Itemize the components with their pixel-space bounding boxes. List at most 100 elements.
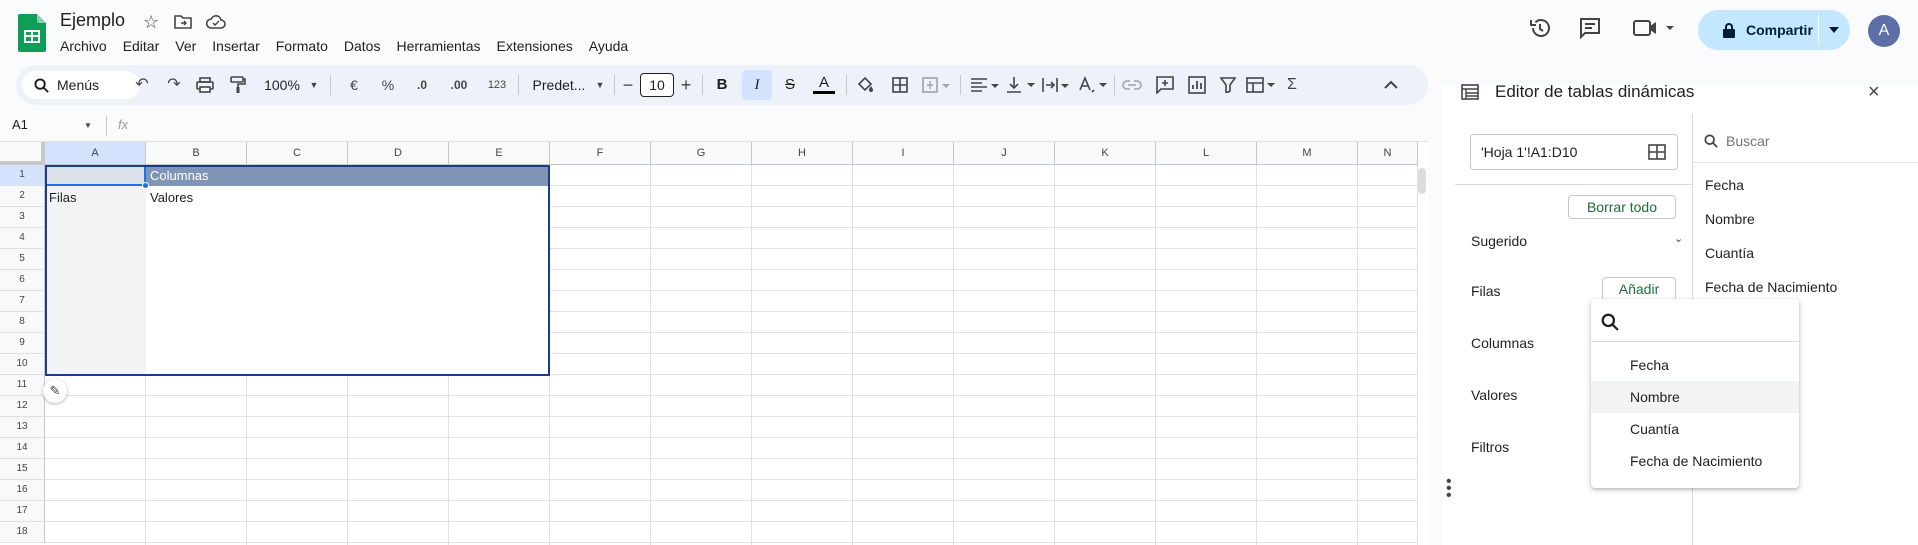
row-header[interactable]: 3 — [0, 207, 45, 228]
document-title[interactable]: Ejemplo — [60, 10, 125, 31]
row-header[interactable]: 10 — [0, 354, 45, 375]
row-header[interactable]: 5 — [0, 249, 45, 270]
column-header[interactable]: D — [348, 142, 449, 165]
menu-archivo[interactable]: Archivo — [60, 37, 115, 55]
functions-button[interactable]: Σ — [1282, 65, 1302, 105]
row-header[interactable]: 14 — [0, 438, 45, 459]
cloud-status-icon[interactable] — [206, 14, 226, 30]
star-icon[interactable]: ☆ — [143, 12, 159, 32]
text-wrap-icon[interactable] — [1042, 77, 1072, 93]
strikethrough-button[interactable]: S — [778, 65, 802, 105]
menu-formato[interactable]: Formato — [276, 37, 336, 55]
menu-ver[interactable]: Ver — [175, 37, 204, 55]
column-header[interactable]: E — [449, 142, 550, 165]
select-all-corner[interactable] — [0, 142, 45, 165]
row-header[interactable]: 17 — [0, 501, 45, 522]
dropdown-search-input[interactable] — [1627, 307, 1787, 335]
decrease-font-size-icon[interactable]: − — [620, 65, 636, 105]
column-header[interactable]: L — [1156, 142, 1257, 165]
row-header[interactable]: 7 — [0, 291, 45, 312]
print-icon[interactable] — [196, 77, 214, 93]
bold-button[interactable]: B — [710, 65, 734, 105]
merge-cells-icon[interactable] — [922, 77, 952, 93]
row-header[interactable]: 6 — [0, 270, 45, 291]
move-folder-icon[interactable] — [174, 14, 192, 30]
dropdown-option[interactable]: Fecha de Nacimiento — [1591, 445, 1799, 477]
vertical-align-icon[interactable] — [1006, 76, 1036, 94]
menu-herramientas[interactable]: Herramientas — [396, 37, 488, 55]
panel-resize-handle[interactable]: • • • — [1446, 474, 1452, 504]
italic-button[interactable]: I — [744, 65, 770, 105]
insert-comment-icon[interactable] — [1156, 76, 1174, 94]
more-formats-button[interactable]: 123 — [482, 65, 512, 105]
select-range-icon[interactable] — [1648, 144, 1666, 160]
increase-decimals-button[interactable]: .00 — [444, 65, 474, 105]
row-header[interactable]: 4 — [0, 228, 45, 249]
font-size-input[interactable]: 10 — [640, 73, 674, 97]
column-header[interactable]: K — [1055, 142, 1156, 165]
clear-all-button[interactable]: Borrar todo — [1568, 195, 1676, 219]
horizontal-align-icon[interactable] — [970, 77, 1000, 93]
meet-video-icon[interactable] — [1632, 16, 1676, 40]
formula-input[interactable] — [142, 114, 1422, 138]
name-box-dropdown-icon[interactable]: ▼ — [84, 121, 92, 130]
filter-icon[interactable] — [1220, 77, 1236, 93]
borders-icon[interactable] — [892, 77, 908, 93]
increase-font-size-icon[interactable]: + — [678, 65, 694, 105]
pivot-rows-cell[interactable]: Filas — [49, 190, 76, 205]
fill-color-icon[interactable] — [856, 76, 876, 94]
row-header[interactable]: 2 — [0, 186, 45, 207]
dropdown-option[interactable]: Fecha — [1591, 349, 1799, 381]
suggested-chevron-icon[interactable]: ⌄ — [1674, 232, 1683, 245]
version-history-icon[interactable] — [1528, 16, 1552, 40]
paint-format-icon[interactable] — [230, 76, 246, 94]
dropdown-option[interactable]: Cuantía — [1591, 413, 1799, 445]
column-header[interactable]: A — [45, 142, 146, 165]
row-header[interactable]: 1 — [0, 165, 45, 186]
column-header[interactable]: G — [651, 142, 752, 165]
share-button[interactable]: Compartir — [1698, 10, 1850, 50]
name-box[interactable]: A1 — [12, 117, 28, 132]
column-header[interactable]: H — [752, 142, 853, 165]
insert-chart-icon[interactable] — [1188, 76, 1206, 94]
sheets-logo-icon[interactable] — [18, 14, 46, 52]
column-header[interactable]: N — [1358, 142, 1418, 165]
percent-format-button[interactable]: % — [376, 65, 400, 105]
row-header[interactable]: 13 — [0, 417, 45, 438]
text-color-button[interactable]: A — [812, 65, 836, 105]
fields-search-input[interactable] — [1726, 128, 1906, 154]
row-header[interactable]: 18 — [0, 522, 45, 543]
field-item[interactable]: Fecha — [1705, 177, 1744, 193]
currency-format-button[interactable]: € — [342, 65, 366, 105]
insert-link-icon[interactable] — [1122, 78, 1142, 92]
font-dropdown-icon[interactable]: ▼ — [594, 65, 606, 105]
menu-editar[interactable]: Editar — [123, 37, 168, 55]
edit-pivot-pencil-icon[interactable]: ✎ — [43, 379, 67, 403]
pivot-values-cell[interactable]: Valores — [150, 190, 193, 205]
row-header[interactable]: 12 — [0, 396, 45, 417]
field-item[interactable]: Fecha de Nacimiento — [1705, 279, 1837, 295]
redo-icon[interactable]: ↷ — [162, 65, 186, 105]
row-header[interactable]: 9 — [0, 333, 45, 354]
add-rows-button[interactable]: Añadir — [1602, 277, 1676, 301]
row-header[interactable]: 8 — [0, 312, 45, 333]
font-family-select[interactable]: Predet... — [526, 65, 592, 105]
undo-icon[interactable]: ↶ — [130, 65, 154, 105]
zoom-dropdown-icon[interactable]: ▼ — [308, 65, 320, 105]
pivot-columns-cell[interactable]: Columnas — [150, 168, 209, 183]
row-header[interactable]: 15 — [0, 459, 45, 480]
filter-views-icon[interactable] — [1246, 76, 1276, 94]
column-header[interactable]: C — [247, 142, 348, 165]
vertical-scrollbar[interactable] — [1418, 168, 1426, 194]
menu-ayuda[interactable]: Ayuda — [589, 37, 636, 55]
field-item[interactable]: Nombre — [1705, 211, 1755, 227]
row-header[interactable]: 11 — [0, 375, 45, 396]
share-dropdown-icon[interactable] — [1829, 27, 1839, 33]
collapse-toolbar-icon[interactable] — [1384, 80, 1398, 90]
dropdown-option-highlighted[interactable]: Nombre — [1591, 381, 1799, 413]
menu-insertar[interactable]: Insertar — [212, 37, 267, 55]
account-avatar[interactable]: A — [1868, 15, 1900, 47]
menu-datos[interactable]: Datos — [344, 37, 389, 55]
comments-icon[interactable] — [1578, 16, 1602, 40]
search-menus-button[interactable]: Menús — [22, 71, 140, 99]
